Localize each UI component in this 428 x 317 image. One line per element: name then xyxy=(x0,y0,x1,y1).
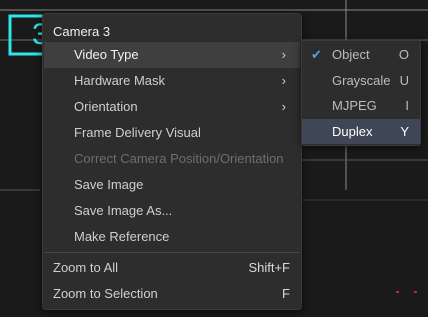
menu-item-label: Hardware Mask xyxy=(74,73,166,88)
menu-item-save-image[interactable]: Save Image xyxy=(44,172,300,198)
chevron-right-icon: › xyxy=(281,99,286,114)
submenu-item-object[interactable]: ✔ Object O xyxy=(302,42,420,67)
marker-point xyxy=(396,291,399,293)
submenu-item-grayscale[interactable]: Grayscale U xyxy=(302,68,420,93)
menu-item-frame-delivery-visual[interactable]: Frame Delivery Visual xyxy=(44,120,300,146)
accelerator-key: O xyxy=(398,47,409,62)
menu-item-label: Orientation xyxy=(74,99,138,114)
menu-item-zoom-to-all[interactable]: Zoom to All Shift+F xyxy=(44,255,300,281)
menu-item-label: Zoom to All xyxy=(53,260,119,275)
submenu-item-label: Object xyxy=(332,47,370,62)
submenu-item-label: MJPEG xyxy=(332,98,377,113)
video-type-submenu: ✔ Object O Grayscale U MJPEG I Duplex Y xyxy=(301,40,421,146)
menu-separator xyxy=(44,252,300,253)
chevron-right-icon: › xyxy=(281,47,286,62)
submenu-item-mjpeg[interactable]: MJPEG I xyxy=(302,93,420,118)
menu-item-zoom-to-selection[interactable]: Zoom to Selection F xyxy=(44,281,300,307)
menu-item-label: Save Image As... xyxy=(74,203,173,218)
marker-point xyxy=(414,291,417,293)
checkmark-icon: ✔ xyxy=(311,47,322,62)
menu-item-correct-camera-position: Correct Camera Position/Orientation xyxy=(44,146,300,172)
menu-item-save-image-as[interactable]: Save Image As... xyxy=(44,198,300,224)
context-menu: Camera 3 Video Type › Hardware Mask › Or… xyxy=(42,13,302,310)
shortcut-label: Shift+F xyxy=(248,260,290,275)
menu-item-label: Frame Delivery Visual xyxy=(74,125,201,140)
accelerator-key: Y xyxy=(400,124,409,139)
menu-item-video-type[interactable]: Video Type › xyxy=(44,42,300,68)
menu-item-make-reference[interactable]: Make Reference xyxy=(44,224,300,250)
menu-item-label: Zoom to Selection xyxy=(53,286,158,301)
menu-item-hardware-mask[interactable]: Hardware Mask › xyxy=(44,68,300,94)
accelerator-key: I xyxy=(405,98,409,113)
accelerator-key: U xyxy=(399,73,409,88)
submenu-item-label: Duplex xyxy=(332,124,373,139)
menu-item-label: Correct Camera Position/Orientation xyxy=(74,151,284,166)
menu-title: Camera 3 xyxy=(53,24,111,39)
menu-item-label: Video Type xyxy=(74,47,139,62)
submenu-item-label: Grayscale xyxy=(332,73,391,88)
chevron-right-icon: › xyxy=(281,73,286,88)
menu-item-label: Save Image xyxy=(74,177,144,192)
shortcut-label: F xyxy=(282,286,290,301)
menu-item-label: Make Reference xyxy=(74,229,170,244)
submenu-item-duplex[interactable]: Duplex Y xyxy=(302,119,420,144)
menu-item-orientation[interactable]: Orientation › xyxy=(44,94,300,120)
